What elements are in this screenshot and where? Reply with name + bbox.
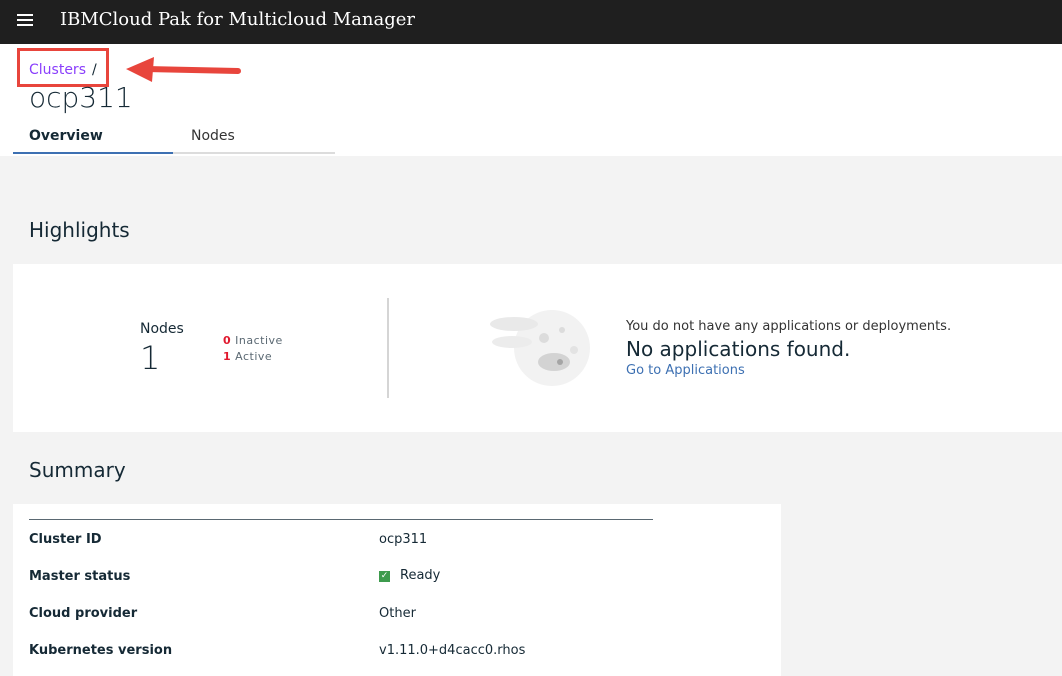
tab-overview[interactable]: Overview — [13, 122, 173, 154]
summary-heading: Summary — [29, 458, 126, 482]
annotation-arrow-icon — [126, 57, 241, 82]
empty-state-moon-icon — [490, 310, 590, 386]
cluster-id-label: Cluster ID — [29, 532, 102, 547]
vertical-divider — [387, 298, 389, 398]
inactive-nodes-stat: 0 Inactive — [223, 334, 283, 347]
checkmark-icon: ✓ — [379, 571, 390, 582]
nodes-count: 1 — [140, 339, 161, 377]
cloud-provider-value: Other — [379, 606, 416, 621]
tab-nodes[interactable]: Nodes — [173, 122, 335, 154]
master-status-text: Ready — [400, 568, 441, 583]
master-status-label: Master status — [29, 569, 131, 584]
summary-divider — [29, 519, 653, 520]
active-nodes-stat: 1 Active — [223, 350, 272, 363]
kubernetes-version-value: v1.11.0+d4cacc0.rhos — [379, 643, 526, 658]
top-navigation-bar: IBMCloud Pak for Multicloud Manager — [0, 0, 1062, 44]
hamburger-menu-icon[interactable] — [17, 14, 33, 26]
kubernetes-version-label: Kubernetes version — [29, 643, 173, 658]
no-applications-message: You do not have any applications or depl… — [626, 319, 952, 334]
cloud-provider-label: Cloud provider — [29, 606, 138, 621]
inactive-count: 0 — [223, 334, 232, 347]
no-applications-title: No applications found. — [626, 337, 851, 361]
page-title: ocp311 — [29, 81, 133, 114]
app-title[interactable]: IBMCloud Pak for Multicloud Manager — [60, 8, 416, 32]
nodes-label: Nodes — [140, 321, 184, 337]
active-label: Active — [235, 350, 273, 363]
active-count: 1 — [223, 350, 232, 363]
highlights-heading: Highlights — [29, 218, 130, 242]
go-to-applications-link[interactable]: Go to Applications — [626, 363, 745, 378]
master-status-value: ✓ Ready — [379, 568, 440, 583]
cluster-id-value: ocp311 — [379, 532, 428, 547]
inactive-label: Inactive — [235, 334, 283, 347]
